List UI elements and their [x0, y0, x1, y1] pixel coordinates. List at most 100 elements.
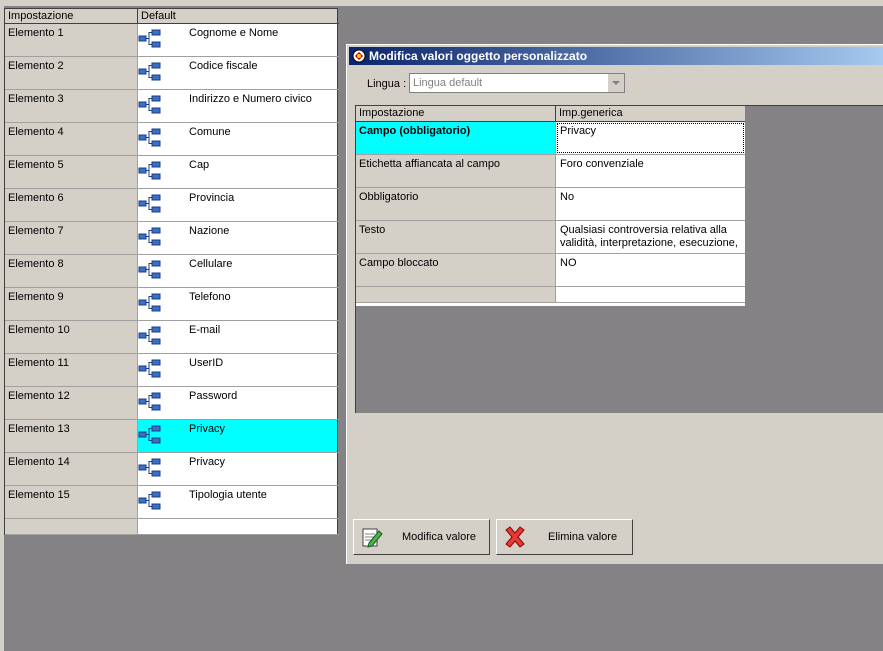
- row-label: Elemento 7: [5, 222, 138, 254]
- row-value-cell[interactable]: Nazione: [138, 222, 337, 254]
- table-row[interactable]: Obbligatorio No: [356, 188, 745, 221]
- row-label: Elemento 6: [5, 189, 138, 221]
- tree-node-icon: [138, 29, 162, 49]
- table-row[interactable]: Elemento 2 Codice fiscale: [5, 57, 339, 90]
- settings-grid[interactable]: Impostazione Default Elemento 1 Cognome e…: [4, 8, 339, 535]
- row-value-cell[interactable]: Comune: [138, 123, 337, 155]
- row-label: Elemento 1: [5, 24, 138, 56]
- values-grid-area: Impostazione Imp.generica Campo (obbliga…: [355, 105, 883, 413]
- row-value: Telefono: [189, 291, 231, 303]
- table-row[interactable]: Elemento 4 Comune: [5, 123, 339, 156]
- row-value: Password: [189, 390, 238, 402]
- row-value-cell[interactable]: Cellulare: [138, 255, 337, 287]
- row-value: Nazione: [189, 225, 230, 237]
- values-grid[interactable]: Impostazione Imp.generica Campo (obbliga…: [356, 106, 745, 306]
- lingua-label: Lingua :: [367, 78, 407, 90]
- app-icon: [352, 49, 366, 63]
- row-label: Elemento 9: [5, 288, 138, 320]
- chevron-down-icon[interactable]: [607, 74, 624, 92]
- tree-node-icon: [138, 359, 162, 379]
- table-row[interactable]: Elemento 8 Cellulare: [5, 255, 339, 288]
- table-row-empty[interactable]: [5, 519, 339, 535]
- row-value: Cap: [189, 159, 210, 171]
- row-value[interactable]: Foro convenziale: [556, 155, 745, 187]
- edit-icon: [362, 528, 383, 548]
- table-row[interactable]: Elemento 13 Privacy: [5, 420, 339, 453]
- lingua-value: Lingua default: [413, 77, 483, 89]
- lingua-select[interactable]: Lingua default: [409, 73, 625, 93]
- row-label: Testo: [356, 221, 556, 253]
- row-value-cell[interactable]: Provincia: [138, 189, 337, 221]
- row-label: Elemento 10: [5, 321, 138, 353]
- modifica-valore-button[interactable]: Modifica valore: [353, 519, 490, 555]
- table-row[interactable]: Elemento 3 Indirizzo e Numero civico: [5, 90, 339, 123]
- table-row[interactable]: Campo (obbligatorio) Privacy: [356, 122, 745, 155]
- row-value[interactable]: No: [556, 188, 745, 220]
- row-value-cell[interactable]: Privacy: [138, 453, 337, 485]
- table-row[interactable]: Elemento 14 Privacy: [5, 453, 339, 486]
- row-value-cell[interactable]: Tipologia utente: [138, 486, 337, 518]
- dialog-titlebar: Modifica valori oggetto personalizzato: [349, 47, 883, 65]
- row-value-cell[interactable]: Indirizzo e Numero civico: [138, 90, 337, 122]
- values-grid-header: Impostazione Imp.generica: [356, 106, 745, 122]
- elimina-valore-button[interactable]: Elimina valore: [496, 519, 633, 555]
- table-row[interactable]: Elemento 11 UserID: [5, 354, 339, 387]
- tree-node-icon: [138, 194, 162, 214]
- row-value-cell[interactable]: Cap: [138, 156, 337, 188]
- row-label: Elemento 15: [5, 486, 138, 518]
- table-row[interactable]: Elemento 1 Cognome e Nome: [5, 24, 339, 57]
- elimina-valore-label: Elimina valore: [548, 531, 618, 543]
- row-value-cell[interactable]: Password: [138, 387, 337, 419]
- table-row[interactable]: Elemento 10 E-mail: [5, 321, 339, 354]
- row-value[interactable]: Privacy: [556, 122, 745, 154]
- row-value: Privacy: [189, 423, 226, 435]
- row-value-cell[interactable]: E-mail: [138, 321, 337, 353]
- row-value: Privacy: [189, 456, 226, 468]
- table-row[interactable]: Elemento 9 Telefono: [5, 288, 339, 321]
- row-label: Elemento 4: [5, 123, 138, 155]
- row-label: Elemento 13: [5, 420, 138, 452]
- column-header-impostazione[interactable]: Impostazione: [5, 9, 138, 23]
- row-label: Elemento 2: [5, 57, 138, 89]
- row-value-cell[interactable]: Telefono: [138, 288, 337, 320]
- row-label: Etichetta affiancata al campo: [356, 155, 556, 187]
- edit-dialog: Modifica valori oggetto personalizzato L…: [346, 44, 883, 564]
- table-row[interactable]: Elemento 7 Nazione: [5, 222, 339, 255]
- row-value-cell[interactable]: Privacy: [138, 420, 337, 452]
- row-value[interactable]: [556, 287, 745, 302]
- tree-node-icon: [138, 425, 162, 445]
- column-header-impostazione[interactable]: Impostazione: [356, 106, 556, 121]
- row-value-cell[interactable]: UserID: [138, 354, 337, 386]
- row-label: Campo bloccato: [356, 254, 556, 286]
- row-label: [356, 287, 556, 302]
- table-row[interactable]: Elemento 15 Tipologia utente: [5, 486, 339, 519]
- tree-node-icon: [138, 293, 162, 313]
- table-row[interactable]: Elemento 12 Password: [5, 387, 339, 420]
- modifica-valore-label: Modifica valore: [402, 531, 476, 543]
- row-value-cell[interactable]: [138, 519, 337, 534]
- column-header-imp-generica[interactable]: Imp.generica: [556, 106, 745, 121]
- row-value-cell[interactable]: Codice fiscale: [138, 57, 337, 89]
- row-value: Tipologia utente: [189, 489, 267, 501]
- tree-node-icon: [138, 491, 162, 511]
- tree-node-icon: [138, 458, 162, 478]
- row-value[interactable]: Qualsiasi controversia relativa alla val…: [556, 221, 745, 253]
- top-strip: [0, 0, 883, 6]
- row-value[interactable]: NO: [556, 254, 745, 286]
- row-label: [5, 519, 138, 534]
- row-value-cell[interactable]: Cognome e Nome: [138, 24, 337, 56]
- table-row[interactable]: Elemento 5 Cap: [5, 156, 339, 189]
- table-row-empty[interactable]: [356, 287, 745, 303]
- table-row[interactable]: Etichetta affiancata al campo Foro conve…: [356, 155, 745, 188]
- tree-node-icon: [138, 95, 162, 115]
- column-header-default[interactable]: Default: [138, 9, 337, 23]
- row-value: Comune: [189, 126, 231, 138]
- row-label: Obbligatorio: [356, 188, 556, 220]
- table-row[interactable]: Testo Qualsiasi controversia relativa al…: [356, 221, 745, 254]
- table-row[interactable]: Campo bloccato NO: [356, 254, 745, 287]
- tree-node-icon: [138, 128, 162, 148]
- row-value: UserID: [189, 357, 224, 369]
- row-label: Elemento 12: [5, 387, 138, 419]
- table-row[interactable]: Elemento 6 Provincia: [5, 189, 339, 222]
- tree-node-icon: [138, 392, 162, 412]
